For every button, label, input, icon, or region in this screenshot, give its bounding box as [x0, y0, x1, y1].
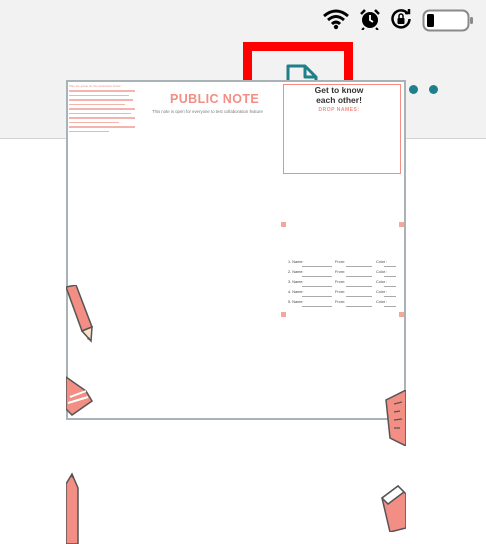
pencil-illustration: [66, 472, 79, 544]
row-underline: [384, 296, 396, 297]
card-heading-line2: each other!: [316, 94, 362, 105]
wifi-icon: [323, 9, 349, 30]
row-from: From:: [335, 270, 345, 274]
row-underline: [384, 286, 396, 287]
row-color: Color :: [376, 290, 388, 294]
ellipsis-dot: [409, 85, 418, 94]
table-row: 5. Name: From: Color :: [288, 300, 396, 307]
text-line: [69, 99, 133, 101]
note-title: PUBLIC NOTE: [170, 92, 260, 106]
row-underline: [302, 286, 332, 287]
row-underline: [346, 306, 372, 307]
table-row: 4. Name: From: Color :: [288, 290, 396, 297]
eraser-illustration: [380, 485, 406, 532]
row-from: From:: [335, 300, 345, 304]
instructions-heading: Play the game on the worksheet below: [69, 84, 121, 88]
text-line: [69, 130, 109, 132]
text-line: [69, 94, 129, 96]
row-name: 2. Name:: [288, 270, 304, 274]
row-from: From:: [335, 260, 345, 264]
row-name: 5. Name:: [288, 300, 304, 304]
row-underline: [384, 266, 396, 267]
row-name: 4. Name:: [288, 290, 304, 294]
text-line: [69, 126, 135, 128]
text-line: [69, 108, 135, 110]
row-name: 3. Name:: [288, 280, 304, 284]
alarm-icon: [360, 9, 380, 30]
row-underline: [302, 266, 332, 267]
row-from: From:: [335, 280, 345, 284]
status-bar: [0, 0, 486, 40]
row-from: From:: [335, 290, 345, 294]
row-underline: [302, 276, 332, 277]
row-color: Color :: [376, 280, 388, 284]
row-color: Color :: [376, 270, 388, 274]
text-line: [69, 117, 135, 119]
resize-handle[interactable]: [399, 222, 404, 227]
table-row: 1. Name: From: Color :: [288, 260, 396, 267]
table-row: 2. Name: From: Color :: [288, 270, 396, 277]
row-underline: [302, 306, 332, 307]
instructions-block: Play the game on the worksheet below: [69, 84, 139, 135]
rotation-lock-icon: [391, 9, 411, 29]
card-heading: Get to know each other!: [300, 85, 378, 105]
eraser-illustration: [66, 376, 94, 416]
battery-icon: [422, 9, 473, 32]
row-underline: [346, 286, 372, 287]
resize-handle[interactable]: [281, 312, 286, 317]
row-color: Color :: [376, 260, 388, 264]
ruler-illustration: [385, 390, 406, 446]
row-name: 1. Name:: [288, 260, 304, 264]
row-underline: [346, 276, 372, 277]
row-underline: [302, 296, 332, 297]
resize-handle[interactable]: [281, 222, 286, 227]
row-underline: [384, 276, 396, 277]
text-line: [69, 90, 135, 92]
text-line: [69, 112, 131, 114]
resize-handle[interactable]: [399, 312, 404, 317]
row-underline: [346, 266, 372, 267]
row-underline: [384, 306, 396, 307]
pencil-illustration: [66, 285, 93, 343]
ellipsis-dot: [429, 85, 438, 94]
text-line: [69, 121, 119, 123]
row-underline: [346, 296, 372, 297]
row-color: Color :: [376, 300, 388, 304]
card-subheading: DROP NAMES:: [318, 107, 360, 113]
text-line: [69, 103, 125, 105]
table-row: 3. Name: From: Color :: [288, 280, 396, 287]
